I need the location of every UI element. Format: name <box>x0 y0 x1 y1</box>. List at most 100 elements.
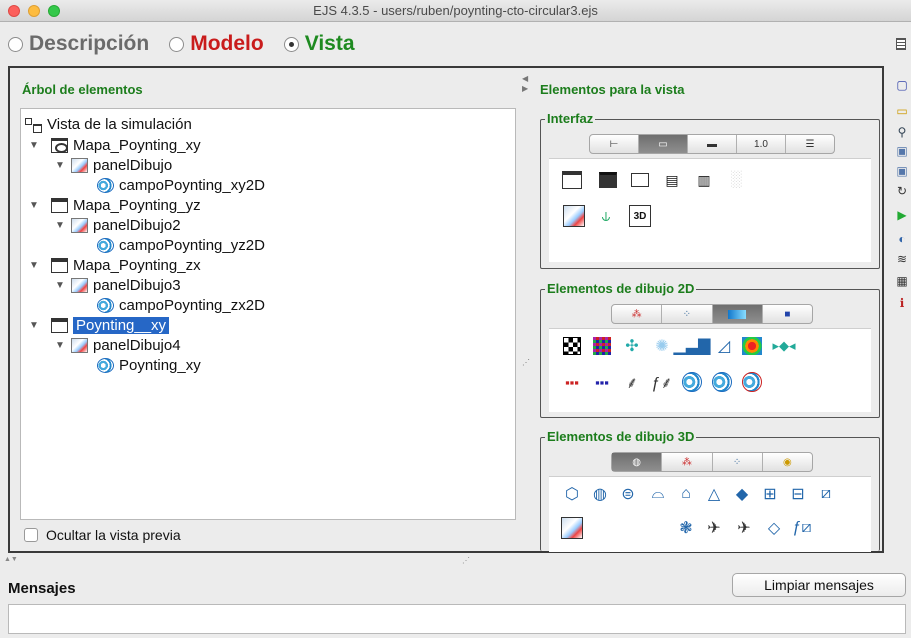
collapse-arrows-icon[interactable]: ▲▼ <box>4 556 18 563</box>
colored-vector-field-element-icon[interactable] <box>741 371 763 393</box>
layers-icon[interactable]: ≋ <box>895 252 909 266</box>
info-list-icon[interactable] <box>896 38 906 50</box>
split-panel-element-icon[interactable]: ▤ <box>661 169 683 191</box>
drawing-panel-3d-small-icon[interactable] <box>561 517 583 539</box>
tree-item-field[interactable]: Poynting_xy <box>97 355 201 375</box>
sphere-element-icon[interactable]: ◍ <box>589 483 611 505</box>
radio-icon[interactable] <box>169 36 185 52</box>
tab-containers[interactable]: ⊢ <box>590 135 639 153</box>
function-surface-element-icon[interactable]: ƒ⧄ <box>791 517 813 539</box>
box-element-icon[interactable]: ⊟ <box>787 483 809 505</box>
tab-other-3d[interactable]: ◉ <box>763 453 812 471</box>
shuttle-vrml-element-icon[interactable]: ✈ <box>733 517 755 539</box>
horizontal-splitter[interactable]: ▲▼ ⋰ <box>0 556 911 566</box>
ellipsoid-element-icon[interactable]: ◆ <box>731 483 753 505</box>
expand-triangle-icon[interactable]: ▼ <box>29 140 39 151</box>
vector-field-element-icon[interactable]: ✣ <box>621 335 643 357</box>
save-as-icon[interactable]: ▣ <box>895 164 909 178</box>
plane-element-icon[interactable]: ⊞ <box>759 483 781 505</box>
vertical-splitter[interactable]: ◀ ▶ ⋰ <box>520 68 532 551</box>
scatter-field-element-icon[interactable]: ✺ <box>651 335 673 357</box>
open-folder-icon[interactable]: ▭ <box>895 104 909 118</box>
hide-preview-option[interactable]: Ocultar la vista previa <box>24 527 181 543</box>
clear-messages-button[interactable]: Limpiar mensajes <box>732 573 906 597</box>
trail-red-element-icon[interactable]: ▪▪▪ <box>561 371 583 393</box>
dialog-element-icon[interactable] <box>597 169 619 191</box>
cone-element-icon[interactable]: ⌂ <box>675 483 697 505</box>
tab-fields-2d[interactable] <box>712 305 763 323</box>
collapse-right-icon[interactable]: ▶ <box>522 84 528 93</box>
colored-lattice-icon[interactable] <box>591 335 613 357</box>
info-icon[interactable]: ℹ <box>895 296 909 310</box>
expand-triangle-icon[interactable]: ▼ <box>55 280 65 291</box>
messages-area[interactable] <box>8 604 906 634</box>
splitter-grip-icon[interactable]: ⋰ <box>522 358 530 367</box>
tree-item-root[interactable]: Vista de la simulación <box>25 114 192 134</box>
search-files-icon[interactable]: ⚲ <box>895 125 909 139</box>
tree-item-frame[interactable]: Mapa_Poynting_yz <box>51 195 201 215</box>
trail-blue-element-icon[interactable]: ▪▪▪ <box>591 371 613 393</box>
tree-item-panel[interactable]: panelDibujo4 <box>71 335 181 355</box>
save-icon[interactable]: ▣ <box>895 144 909 158</box>
function-field-element-icon[interactable]: ƒ⸙ <box>651 371 673 393</box>
tree-item-panel[interactable]: panelDibujo3 <box>71 275 181 295</box>
histogram-element-icon[interactable]: ▁▃▇ <box>674 335 711 357</box>
cylinder-element-icon[interactable]: ⌓ <box>647 483 669 505</box>
tree-item-field[interactable]: campoPoynting_zx2D <box>97 295 265 315</box>
tab-groups-3d[interactable]: ⁂ <box>662 453 713 471</box>
spring-element-icon[interactable]: ❃ <box>675 517 697 539</box>
expand-triangle-icon[interactable]: ▼ <box>29 200 39 211</box>
clipboard-icon[interactable]: ▦ <box>895 274 909 288</box>
image-field-element-icon[interactable]: ⸙ <box>621 371 643 393</box>
tree-item-field[interactable]: campoPoynting_yz2D <box>97 235 265 255</box>
expand-triangle-icon[interactable]: ▼ <box>55 160 65 171</box>
tree-item-field[interactable]: campoPoynting_xy2D <box>97 175 265 195</box>
drawing-panel-3d-element-icon[interactable]: 3D <box>629 205 651 227</box>
tree-item-frame[interactable]: Mapa_Poynting_xy <box>51 135 201 155</box>
web-icon[interactable]: ◐ <box>895 232 909 246</box>
tree-item-frame[interactable]: Mapa_Poynting_zx <box>51 255 201 275</box>
tab-basic-2d[interactable]: ⁂ <box>612 305 663 323</box>
frame-element-icon[interactable] <box>561 169 583 191</box>
scroll-panel-element-icon[interactable]: ░ <box>725 169 747 191</box>
tree-item-frame-selected[interactable]: Poynting__xy <box>51 315 170 335</box>
drawing-panel-element-icon[interactable] <box>563 205 585 227</box>
mode-view[interactable]: Vista <box>283 32 355 56</box>
vector-field-2d-element-icon[interactable] <box>681 371 703 393</box>
radio-selected-icon[interactable] <box>283 36 299 52</box>
tab-other-2d[interactable]: ■ <box>763 305 812 323</box>
function-vector-field-element-icon[interactable] <box>711 371 733 393</box>
new-file-icon[interactable]: ▢ <box>895 78 909 92</box>
tab-sets-2d[interactable]: ⁘ <box>662 305 713 323</box>
contour-element-icon[interactable]: ◿ <box>713 335 735 357</box>
tab-sets-3d[interactable]: ⁘ <box>713 453 763 471</box>
expand-triangle-icon[interactable]: ▼ <box>55 340 65 351</box>
radio-icon[interactable] <box>8 36 23 52</box>
run-icon[interactable]: ▶ <box>895 208 909 222</box>
particle-set-element-icon[interactable]: ▸◆◂ <box>772 335 795 357</box>
refresh-icon[interactable]: ↻ <box>895 184 909 198</box>
mode-model[interactable]: Modelo <box>169 32 264 56</box>
tab-fields[interactable]: 1.0 <box>737 135 786 153</box>
hide-preview-checkbox[interactable] <box>24 528 38 542</box>
disk-element-icon[interactable]: ⊜ <box>617 483 639 505</box>
tabbed-panel-element-icon[interactable]: ▥ <box>693 169 715 191</box>
panel-element-icon[interactable] <box>629 169 651 191</box>
surface-plot-element-icon[interactable] <box>741 335 763 357</box>
tree-item-panel[interactable]: panelDibujo2 <box>71 215 181 235</box>
pyramid-element-icon[interactable]: △ <box>703 483 725 505</box>
collapse-left-icon[interactable]: ◀ <box>522 74 528 83</box>
shuttle-element-icon[interactable]: ✈ <box>703 517 725 539</box>
surface-element-icon[interactable]: ⧄ <box>815 483 837 505</box>
expand-triangle-icon[interactable]: ▼ <box>29 260 39 271</box>
splitter-grip-icon[interactable]: ⋰ <box>462 556 470 565</box>
expand-triangle-icon[interactable]: ▼ <box>29 320 39 331</box>
expand-triangle-icon[interactable]: ▼ <box>55 220 65 231</box>
tab-buttons[interactable]: ▬ <box>688 135 737 153</box>
tab-basic-3d[interactable]: ◍ <box>612 453 663 471</box>
polygon-element-icon[interactable]: ◇ <box>763 517 785 539</box>
plotting-panel-element-icon[interactable]: ⫝ <box>595 205 617 227</box>
checkerboard-lattice-icon[interactable] <box>561 335 583 357</box>
tree-item-panel[interactable]: panelDibujo <box>71 155 172 175</box>
mode-description[interactable]: Descripción <box>8 32 149 56</box>
